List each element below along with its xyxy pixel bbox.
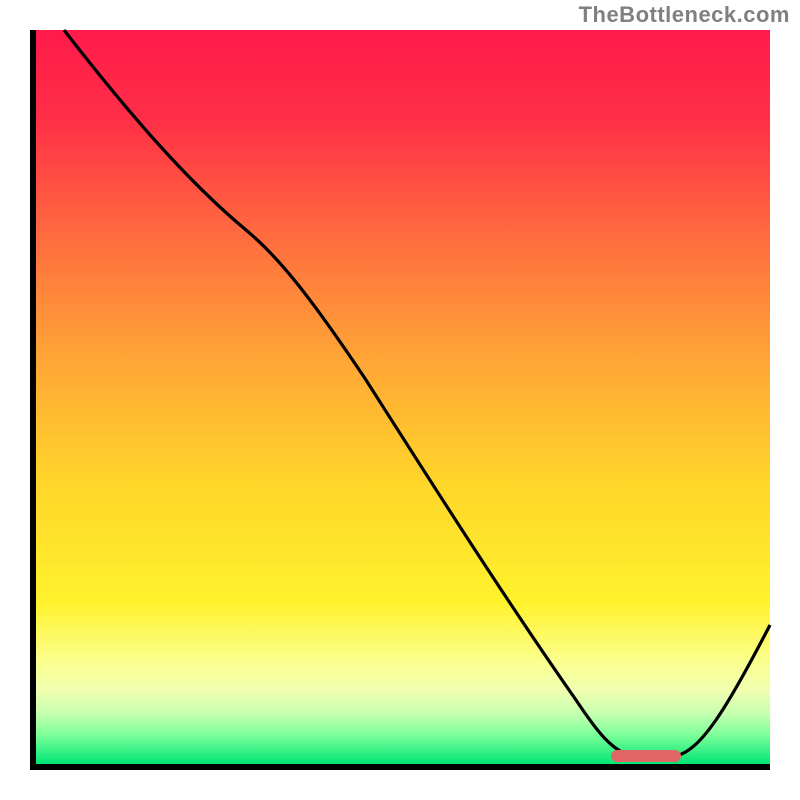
curve-overlay bbox=[36, 30, 770, 764]
bottleneck-curve bbox=[64, 30, 770, 756]
optimal-marker bbox=[611, 750, 681, 762]
chart-container: TheBottleneck.com bbox=[0, 0, 800, 800]
plot-area bbox=[30, 30, 770, 770]
watermark-text: TheBottleneck.com bbox=[579, 2, 790, 28]
